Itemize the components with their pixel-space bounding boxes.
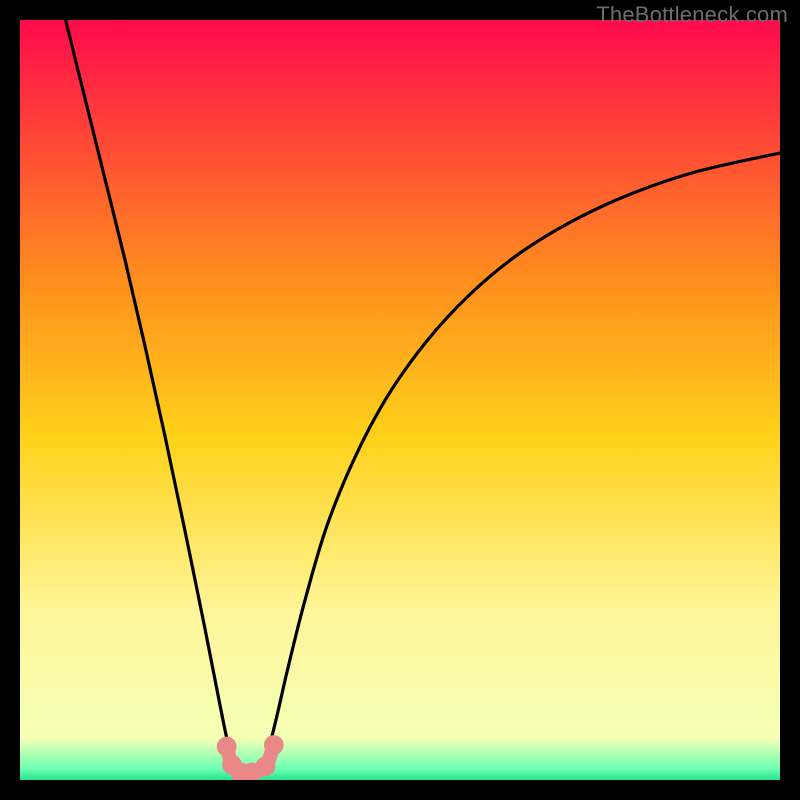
marker-dot bbox=[256, 756, 276, 776]
gradient-background bbox=[20, 20, 780, 780]
chart-frame bbox=[20, 20, 780, 780]
watermark-text: TheBottleneck.com bbox=[596, 2, 788, 28]
marker-dot bbox=[264, 735, 284, 755]
marker-dot bbox=[217, 737, 237, 757]
bottleneck-chart bbox=[20, 20, 780, 780]
